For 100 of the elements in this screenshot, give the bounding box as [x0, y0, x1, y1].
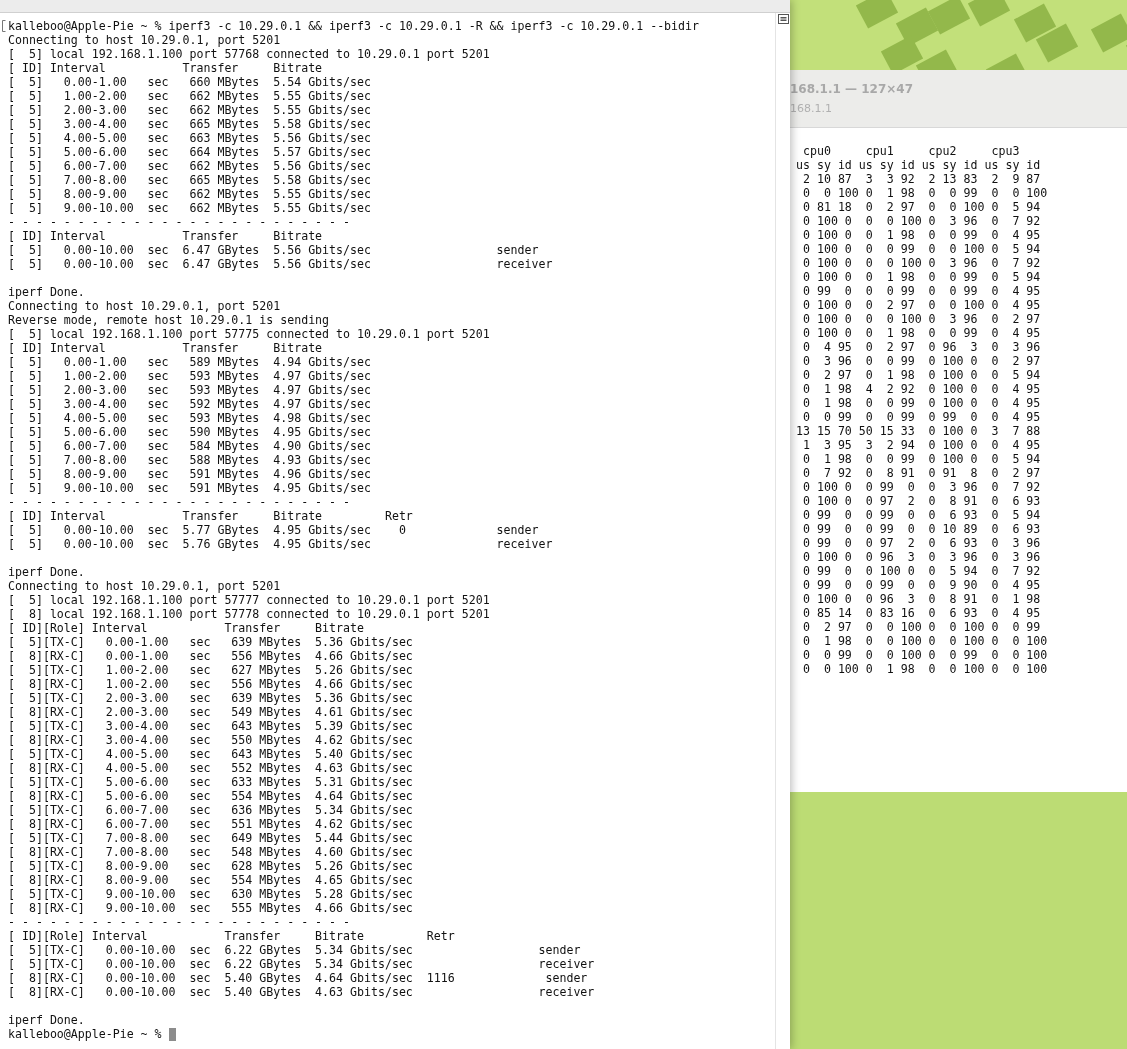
output-line: [ 5] local 192.168.1.100 port 57768 connected to 10.29.0.1 port 5201	[8, 47, 490, 61]
output-line: [ 5] 5.00-6.00 sec 664 MBytes 5.57 Gbits/sec	[8, 145, 371, 159]
cpu-stats-line: 0 99 0 0 99 0 0 9 90 0 4 95	[801, 578, 1041, 592]
cpu-stats-line: 0 100 0 0 2 97 0 0 100 0 4 95	[801, 298, 1041, 312]
output-line: [ ID][Role] Interval Transfer Bitrate Retr	[8, 929, 455, 943]
output-line: [ 8][RX-C] 0.00-10.00 sec 5.40 GBytes 4.64 Gbits/sec 1116 sender	[8, 971, 588, 985]
output-line: [ 8][RX-C] 7.00-8.00 sec 548 MBytes 4.60 Gbits/sec	[8, 845, 413, 859]
cpu-stats-line: 0 99 0 0 99 0 0 10 89 0 6 93	[801, 522, 1041, 536]
cpu-stats-line: 0 100 0 0 0 99 0 0 100 0 5 94	[801, 242, 1041, 256]
output-line: iperf Done.	[8, 1013, 85, 1027]
output-line: [ 5] 4.00-5.00 sec 663 MBytes 5.56 Gbits/sec	[8, 131, 371, 145]
cpu-stats-line: 0 0 99 0 0 100 0 0 99 0 0 100	[801, 648, 1048, 662]
output-line: [ 5][TX-C] 0.00-1.00 sec 639 MBytes 5.36 Gbits/sec	[8, 635, 413, 649]
output-line: [ 5] 9.00-10.00 sec 662 MBytes 5.55 Gbits/sec	[8, 201, 371, 215]
output-line: [ 5] 0.00-10.00 sec 6.47 GBytes 5.56 Gbits/sec sender	[8, 243, 539, 257]
cpu-stats-line: 13 15 70 50 15 33 0 100 0 3 7 88	[796, 424, 1041, 438]
output-line: [ 5] 6.00-7.00 sec 584 MBytes 4.90 Gbits/sec	[8, 439, 371, 453]
output-line: [ 8][RX-C] 2.00-3.00 sec 549 MBytes 4.61 Gbits/sec	[8, 705, 413, 719]
output-line: [ 5][TX-C] 9.00-10.00 sec 630 MBytes 5.28 Gbits/sec	[8, 887, 413, 901]
cpu-stats-line: 0 99 0 0 100 0 0 5 94 0 7 92	[801, 564, 1041, 578]
window-subtitle: 168.1.1	[790, 102, 832, 115]
cpu-stats-line: 0 3 96 0 0 99 0 100 0 0 2 97	[801, 354, 1041, 368]
cpu-stats-line: 0 0 100 0 1 98 0 0 100 0 0 100	[801, 662, 1048, 676]
cpu-stats-line: 2 10 87 3 3 92 2 13 83 2 9 87	[801, 172, 1041, 186]
cpu-stats-line: 0 4 95 0 2 97 0 96 3 0 3 96	[801, 340, 1041, 354]
output-line: Reverse mode, remote host 10.29.0.1 is sending	[8, 313, 330, 327]
prompt-line: kalleboo@Apple-Pie ~ %	[8, 1027, 163, 1041]
cpu-stats-line: 0 0 100 0 1 98 0 0 99 0 0 100	[801, 186, 1048, 200]
output-line: - - - - - - - - - - - - - - - - - - - - - - - - -	[8, 215, 351, 229]
output-line: [ 8][RX-C] 1.00-2.00 sec 556 MBytes 4.66 Gbits/sec	[8, 677, 413, 691]
output-line: Connecting to host 10.29.0.1, port 5201	[8, 33, 281, 47]
output-line: [ 8][RX-C] 8.00-9.00 sec 554 MBytes 4.65 Gbits/sec	[8, 873, 413, 887]
output-line: [ ID] Interval Transfer Bitrate	[8, 61, 323, 75]
output-line: [ 5][TX-C] 3.00-4.00 sec 643 MBytes 5.39 Gbits/sec	[8, 719, 413, 733]
output-line: [ 5][TX-C] 6.00-7.00 sec 636 MBytes 5.34 Gbits/sec	[8, 803, 413, 817]
cpu-stats-line: 0 1 98 0 0 99 0 100 0 0 5 94	[801, 452, 1041, 466]
output-line: [ 8][RX-C] 5.00-6.00 sec 554 MBytes 4.64 Gbits/sec	[8, 789, 413, 803]
cpu-stats-line: 0 100 0 0 1 98 0 0 99 0 5 94	[801, 270, 1041, 284]
cpu-stats-line: 0 2 97 0 1 98 0 100 0 0 5 94	[801, 368, 1041, 382]
cpu-stats-line: 0 99 0 0 99 0 0 6 93 0 5 94	[801, 508, 1041, 522]
output-line: [ 5] 6.00-7.00 sec 662 MBytes 5.56 Gbits/sec	[8, 159, 371, 173]
output-line: [ 5][TX-C] 5.00-6.00 sec 633 MBytes 5.31 Gbits/sec	[8, 775, 413, 789]
cpu-stats-line: 0 2 97 0 0 100 0 0 100 0 0 99	[801, 620, 1041, 634]
output-line: [ 8][RX-C] 3.00-4.00 sec 550 MBytes 4.62 Gbits/sec	[8, 733, 413, 747]
cpu-stats-line: 0 1 98 4 2 92 0 100 0 0 4 95	[801, 382, 1041, 396]
cpu-stats-line: 0 100 0 0 96 3 0 8 91 0 1 98	[801, 592, 1041, 606]
cpu-stats-line: 0 99 0 0 97 2 0 6 93 0 3 96	[801, 536, 1041, 550]
output-line: [ 5] 9.00-10.00 sec 591 MBytes 4.95 Gbits/sec	[8, 481, 371, 495]
output-line: [ 5] 0.00-10.00 sec 5.77 GBytes 4.95 Gbits/sec 0 sender	[8, 523, 539, 537]
cpu-stats-line: 0 100 0 0 1 98 0 0 99 0 4 95	[801, 326, 1041, 340]
output-line: [ 5] 1.00-2.00 sec 593 MBytes 4.97 Gbits/sec	[8, 369, 371, 383]
output-line: [ 8][RX-C] 0.00-10.00 sec 5.40 GBytes 4.63 Gbits/sec receiver	[8, 985, 595, 999]
output-line: [ 5] 0.00-10.00 sec 5.76 GBytes 4.95 Gbits/sec receiver	[8, 537, 553, 551]
output-line: [ ID][Role] Interval Transfer Bitrate	[8, 621, 364, 635]
output-line: [ 5][TX-C] 1.00-2.00 sec 627 MBytes 5.26 Gbits/sec	[8, 663, 413, 677]
output-line: [ ID] Interval Transfer Bitrate	[8, 229, 323, 243]
cpu-stats-line: 0 1 98 0 0 100 0 0 100 0 0 100	[801, 634, 1048, 648]
cpu-stats-line: 0 85 14 0 83 16 0 6 93 0 4 95	[801, 606, 1041, 620]
output-line: [ 5] 3.00-4.00 sec 592 MBytes 4.97 Gbits/sec	[8, 397, 371, 411]
output-line: [ 5] 4.00-5.00 sec 593 MBytes 4.98 Gbits/sec	[8, 411, 371, 425]
output-line: [ 5][TX-C] 0.00-10.00 sec 6.22 GBytes 5.34 Gbits/sec sender	[8, 943, 581, 957]
output-line: [ 5] local 192.168.1.100 port 57775 connected to 10.29.0.1 port 5201	[8, 327, 490, 341]
output-line: [ 5] 5.00-6.00 sec 590 MBytes 4.95 Gbits/sec	[8, 425, 371, 439]
cpu-stats-line: 0 100 0 0 96 3 0 3 96 0 3 96	[801, 550, 1041, 564]
output-line: [ 5] 7.00-8.00 sec 665 MBytes 5.58 Gbits/sec	[8, 173, 371, 187]
output-line: [ 5] 3.00-4.00 sec 665 MBytes 5.58 Gbits/sec	[8, 117, 371, 131]
output-line: [ 5] 2.00-3.00 sec 662 MBytes 5.55 Gbits/sec	[8, 103, 371, 117]
cpu-stats-line: 0 99 0 0 0 99 0 0 99 0 4 95	[801, 284, 1041, 298]
output-line: [ 5] local 192.168.1.100 port 57777 connected to 10.29.0.1 port 5201	[8, 593, 490, 607]
output-line: [ 8][RX-C] 0.00-1.00 sec 556 MBytes 4.66 Gbits/sec	[8, 649, 413, 663]
cpu-stats-line: us sy id us sy id us sy id us sy id	[796, 158, 1041, 172]
output-line: [ 5] 1.00-2.00 sec 662 MBytes 5.55 Gbits/sec	[8, 89, 371, 103]
output-line: [ 8][RX-C] 4.00-5.00 sec 552 MBytes 4.63 Gbits/sec	[8, 761, 413, 775]
cpu-stats-line: 0 7 92 0 8 91 0 91 8 0 2 97	[801, 466, 1041, 480]
cpu-stats-line: 0 100 0 0 97 2 0 8 91 0 6 93	[801, 494, 1041, 508]
cpu-stats-line: 1 3 95 3 2 94 0 100 0 0 4 95	[801, 438, 1041, 452]
cpu-stats-line: cpu0 cpu1 cpu2 cpu3	[801, 144, 1020, 158]
output-line: [ 8] local 192.168.1.100 port 57778 connected to 10.29.0.1 port 5201	[8, 607, 490, 621]
output-line: [ 5] 0.00-1.00 sec 589 MBytes 4.94 Gbits/sec	[8, 355, 371, 369]
cpu-stats-line: 0 0 99 0 0 99 0 99 0 0 4 95	[801, 410, 1041, 424]
output-line: [ 5] 2.00-3.00 sec 593 MBytes 4.97 Gbits/sec	[8, 383, 371, 397]
output-line: - - - - - - - - - - - - - - - - - - - - - - - - -	[8, 495, 351, 509]
output-line: [ 5][TX-C] 4.00-5.00 sec 643 MBytes 5.40 Gbits/sec	[8, 747, 413, 761]
output-line: [ ID] Interval Transfer Bitrate	[8, 341, 323, 355]
command-line: kalleboo@Apple-Pie ~ % iperf3 -c 10.29.0.1 && iperf3 -c 10.29.0.1 -R && iperf3 -c 10.29.0.1 --bidir	[8, 19, 700, 33]
cpu-stats-line: 0 100 0 0 99 0 0 3 96 0 7 92	[801, 480, 1041, 494]
cpu-stats-line: 0 100 0 0 0 100 0 3 96 0 7 92	[801, 214, 1041, 228]
output-line: [ 8][RX-C] 9.00-10.00 sec 555 MBytes 4.66 Gbits/sec	[8, 901, 413, 915]
output-line: - - - - - - - - - - - - - - - - - - - - - - - - -	[8, 915, 351, 929]
output-line: [ 8][RX-C] 6.00-7.00 sec 551 MBytes 4.62 Gbits/sec	[8, 817, 413, 831]
cpu-stats-line: 0 100 0 0 0 100 0 3 96 0 7 92	[801, 256, 1041, 270]
window-title: 168.1.1 — 127×47	[790, 82, 914, 96]
output-line: [ 5][TX-C] 0.00-10.00 sec 6.22 GBytes 5.34 Gbits/sec receiver	[8, 957, 595, 971]
cpu-stats-line: 0 100 0 0 1 98 0 0 99 0 4 95	[801, 228, 1041, 242]
output-line: iperf Done.	[8, 565, 85, 579]
output-line: [ 5] 8.00-9.00 sec 662 MBytes 5.55 Gbits/sec	[8, 187, 371, 201]
output-line: [ 5] 0.00-1.00 sec 660 MBytes 5.54 Gbits/sec	[8, 75, 371, 89]
output-line: [ 5] 0.00-10.00 sec 6.47 GBytes 5.56 Gbits/sec receiver	[8, 257, 553, 271]
cpu-stats-line: 0 1 98 0 0 99 0 100 0 0 4 95	[801, 396, 1041, 410]
output-line: [ 5][TX-C] 2.00-3.00 sec 639 MBytes 5.36 Gbits/sec	[8, 691, 413, 705]
